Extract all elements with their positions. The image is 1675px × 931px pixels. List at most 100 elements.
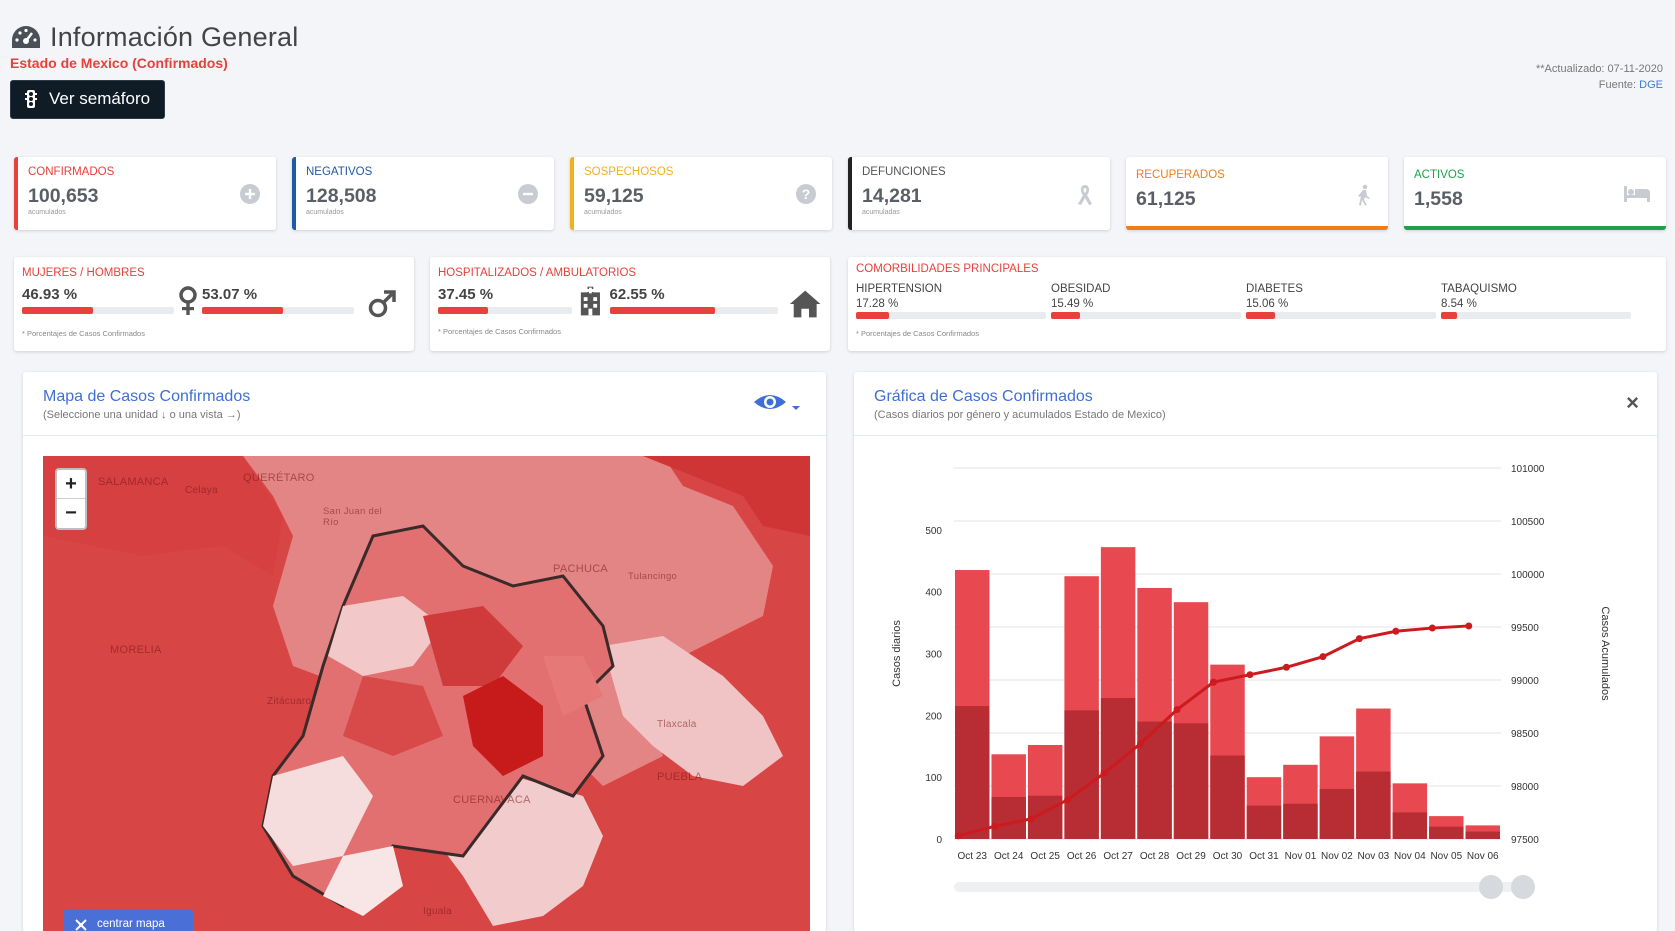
source-link[interactable]: DGE (1639, 79, 1663, 91)
stat-value: 1,558 (1414, 188, 1463, 210)
stat-card-sospechosos: SOSPECHOSOS 59,125 acumulados ? (570, 157, 832, 230)
stat-sub: acumulados (306, 209, 344, 216)
women-bar-fill (22, 307, 94, 314)
bar-mark (955, 706, 990, 839)
bar-mark (1319, 788, 1355, 839)
ambulatory-percent: 62.55 % (609, 286, 665, 303)
stat-label: NEGATIVOS (306, 166, 373, 178)
comorbidities-note: * Porcentajes de Casos Confirmados (856, 329, 979, 338)
x-tick-label: Oct 27 (1103, 851, 1133, 862)
x-tick-label: Oct 30 (1213, 851, 1243, 862)
hospitalized-bar-fill (438, 307, 489, 314)
map-place-label: Iguala (423, 906, 453, 917)
eye-icon[interactable] (752, 390, 802, 418)
male-icon (368, 290, 396, 318)
comorbidity-name: HIPERTENSION (856, 283, 943, 295)
close-chart-button[interactable]: × (1626, 390, 1639, 416)
y2-tick-label: 100000 (1511, 570, 1545, 581)
comorbidity-progress-bar (1246, 312, 1436, 319)
hospital-card: HOSPITALIZADOS / AMBULATORIOS 37.45 % 62… (430, 257, 830, 351)
comorbidity-item: HIPERTENSION 17.28 % (856, 283, 1051, 319)
map-place-label: MORELIA (110, 644, 162, 656)
comorbidity-percent: 17.28 % (856, 298, 899, 310)
chart-panel-title: Gráfica de Casos Confirmados (874, 388, 1093, 405)
comorbidity-name: TABAQUISMO (1441, 283, 1517, 295)
chart-panel-header: Gráfica de Casos Confirmados (Casos diar… (854, 372, 1657, 436)
x-tick-label: Oct 25 (1030, 851, 1060, 862)
comorbidity-bar-fill (1246, 312, 1275, 319)
comorbidity-bar-fill (1441, 312, 1458, 319)
chart-panel-subtitle: (Casos diarios por género y acumulados E… (874, 409, 1166, 421)
hospital-card-title: HOSPITALIZADOS / AMBULATORIOS (438, 267, 637, 279)
bar-mark (1137, 721, 1172, 839)
center-map-button[interactable]: centrar mapa (63, 910, 193, 931)
map-place-label: Tulancingo (628, 571, 678, 582)
women-progress-bar (22, 307, 174, 314)
stat-label: CONFIRMADOS (28, 166, 115, 178)
y2-tick-label: 99000 (1511, 676, 1539, 687)
ribbon-icon (1078, 185, 1092, 205)
map-panel-header: Mapa de Casos Confirmados (Seleccione un… (23, 372, 826, 436)
stat-value: 61,125 (1136, 188, 1196, 210)
y2-tick-label: 98000 (1511, 782, 1539, 793)
plus-circle-icon (240, 184, 260, 204)
zoom-out-button[interactable]: − (57, 499, 85, 528)
walking-icon (1358, 184, 1370, 206)
ambulatory-progress-bar (609, 307, 778, 314)
line-point (1100, 769, 1108, 777)
chart-scroll-handle (1511, 875, 1535, 899)
stat-value: 100,653 (28, 185, 99, 207)
comorbidity-progress-bar (1051, 312, 1241, 319)
chart-container: 97500 98000 98500 99000 99500 100000 100500 101… (854, 436, 1657, 931)
stat-sub: acumulados (28, 209, 66, 216)
cases-chart: 9750098000985009900099500100000100500101… (891, 464, 1611, 899)
y-tick-label: 0 (936, 835, 942, 846)
x-tick-label: Oct 29 (1176, 851, 1206, 862)
bar-mark (1283, 803, 1318, 839)
stat-card-recuperados: RECUPERADOS 61,125 (1126, 157, 1388, 230)
x-tick-label: Oct 24 (994, 851, 1024, 862)
x-tick-label: Nov 04 (1394, 851, 1426, 862)
zoom-control: + − (55, 468, 87, 530)
bar-mark (1465, 831, 1500, 839)
comorbidity-name: OBESIDAD (1051, 283, 1111, 295)
ver-semaforo-button[interactable]: Ver semáforo (10, 80, 166, 119)
bar-mark (1064, 710, 1099, 839)
line-point (954, 832, 962, 840)
stat-label: DEFUNCIONES (862, 166, 946, 178)
x-tick-label: Nov 05 (1430, 851, 1462, 862)
y-tick-label: 500 (925, 526, 942, 537)
zoom-in-button[interactable]: + (57, 470, 85, 499)
hospital-note: * Porcentajes de Casos Confirmados (438, 327, 561, 336)
gender-card-title: MUJERES / HOMBRES (22, 267, 145, 279)
map-canvas[interactable]: SALAMANCA Celaya QUERÉTARO San Juan del … (43, 456, 810, 931)
x-tick-label: Nov 03 (1358, 851, 1390, 862)
stat-label: ACTIVOS (1414, 169, 1465, 181)
page-title: Información General (50, 22, 299, 52)
line-point (1355, 635, 1363, 643)
page-subtitle: Estado de Mexico (Confirmados) (10, 55, 228, 71)
hospital-icon (580, 286, 600, 316)
line-point (1246, 671, 1254, 679)
stat-value: 59,125 (584, 185, 644, 207)
x-tick-label: Oct 23 (957, 851, 987, 862)
women-percent: 46.93 % (22, 286, 78, 303)
line-point (1173, 706, 1181, 714)
y2-tick-label: 101000 (1511, 464, 1545, 475)
y2-tick-label: 98500 (1511, 729, 1539, 740)
gender-card: MUJERES / HOMBRES 46.93 % 53.07 % * Porc… (14, 257, 414, 351)
line-point (1428, 624, 1436, 632)
comorbidity-item: TABAQUISMO 8.54 % (1441, 283, 1636, 319)
source-label: Fuente: (1598, 79, 1637, 91)
x-tick-label: Nov 01 (1285, 851, 1317, 862)
chart-scrollbar-track (954, 882, 1529, 892)
x-tick-label: Oct 31 (1249, 851, 1279, 862)
comorbidity-name: DIABETES (1246, 283, 1303, 295)
map-place-label: San Juan del Río (323, 506, 383, 528)
bar-mark (1173, 723, 1209, 839)
y-tick-label: 400 (925, 588, 942, 599)
traffic-light-icon (25, 90, 37, 108)
stat-sub: acumuladas (862, 209, 900, 216)
y2-tick-label: 99500 (1511, 623, 1539, 634)
bar-mark (991, 796, 1026, 839)
